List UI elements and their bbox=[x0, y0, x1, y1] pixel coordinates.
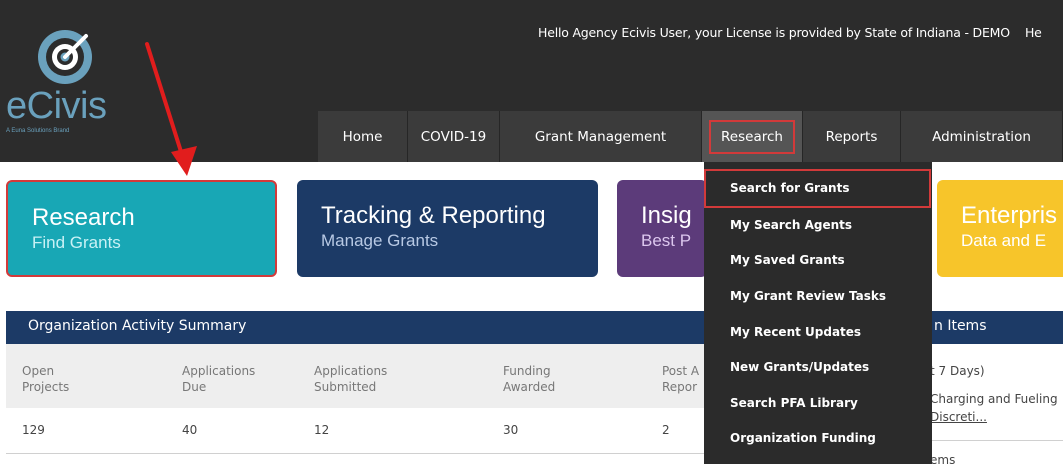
menu-my-grant-review-tasks[interactable]: My Grant Review Tasks bbox=[730, 289, 886, 303]
menu-my-recent-updates[interactable]: My Recent Updates bbox=[730, 325, 861, 339]
col-open-projects: Open Projects bbox=[22, 364, 70, 394]
menu-my-search-agents[interactable]: My Search Agents bbox=[730, 218, 852, 232]
activity-summary-title: Organization Activity Summary bbox=[28, 318, 247, 334]
activity-summary-header: Organization Activity Summary bbox=[6, 311, 704, 344]
logo-wordmark[interactable]: eCivis bbox=[6, 86, 107, 126]
action-items-footer: ems bbox=[930, 453, 956, 464]
action-items-header: n Items bbox=[932, 311, 1063, 344]
col-applications-due: Applications Due bbox=[182, 364, 256, 394]
enterprise-tile[interactable]: Enterpris Data and E bbox=[937, 180, 1063, 277]
research-tile[interactable]: Research Find Grants bbox=[6, 180, 277, 277]
col-funding-awarded: Funding Awarded bbox=[503, 364, 556, 394]
enterprise-tile-subtitle: Data and E bbox=[961, 231, 1047, 250]
col-post-award-reports: Post A Repor bbox=[662, 364, 700, 394]
divider bbox=[932, 440, 1063, 441]
menu-organization-funding[interactable]: Organization Funding bbox=[730, 431, 876, 445]
greeting-text: Hello Agency Ecivis User, your License i… bbox=[538, 25, 1042, 40]
nav-covid-19[interactable]: COVID-19 bbox=[408, 111, 500, 162]
nav-home[interactable]: Home bbox=[318, 111, 408, 162]
activity-summary-column-headers: Open Projects Applications Due Applicati… bbox=[6, 344, 704, 408]
main-nav: Home COVID-19 Grant Management Research … bbox=[318, 111, 1063, 162]
value-funding-awarded[interactable]: 30 bbox=[503, 423, 518, 437]
menu-new-grants-updates[interactable]: New Grants/Updates bbox=[730, 360, 869, 374]
tracking-tile-title: Tracking & Reporting bbox=[321, 202, 546, 229]
action-items-period: t 7 Days) bbox=[930, 364, 985, 378]
tracking-tile-subtitle: Manage Grants bbox=[321, 231, 439, 250]
value-open-projects[interactable]: 129 bbox=[22, 423, 45, 437]
research-tile-subtitle: Find Grants bbox=[32, 233, 121, 252]
research-tile-title: Research bbox=[32, 204, 135, 231]
col-applications-submitted: Applications Submitted bbox=[314, 364, 388, 394]
enterprise-tile-title: Enterpris bbox=[961, 202, 1058, 229]
action-item-line2[interactable]: Discreti... bbox=[930, 410, 987, 424]
menu-my-saved-grants[interactable]: My Saved Grants bbox=[730, 253, 845, 267]
insights-tile[interactable]: Insig Best P bbox=[617, 180, 707, 277]
tracking-reporting-tile[interactable]: Tracking & Reporting Manage Grants bbox=[297, 180, 598, 277]
insights-tile-title: Insig bbox=[641, 202, 692, 229]
action-item-line1[interactable]: Charging and Fueling bbox=[930, 392, 1058, 406]
ecivis-target-icon bbox=[38, 30, 92, 84]
menu-search-pfa-library[interactable]: Search PFA Library bbox=[730, 396, 858, 410]
activity-summary-row: 129 40 12 30 2 bbox=[6, 408, 704, 454]
search-for-grants-highlight bbox=[704, 169, 931, 208]
action-items-title: n Items bbox=[934, 318, 987, 334]
insights-tile-subtitle: Best P bbox=[641, 231, 692, 250]
value-applications-due[interactable]: 40 bbox=[182, 423, 197, 437]
nav-research[interactable]: Research bbox=[702, 111, 803, 162]
value-applications-submitted[interactable]: 12 bbox=[314, 423, 329, 437]
logo-tagline: A Euna Solutions Brand bbox=[6, 128, 70, 134]
value-post-award-reports[interactable]: 2 bbox=[662, 423, 670, 437]
nav-reports[interactable]: Reports bbox=[803, 111, 901, 162]
red-arrow-annotation bbox=[145, 42, 197, 176]
nav-grant-management[interactable]: Grant Management bbox=[500, 111, 702, 162]
nav-administration[interactable]: Administration bbox=[901, 111, 1063, 162]
